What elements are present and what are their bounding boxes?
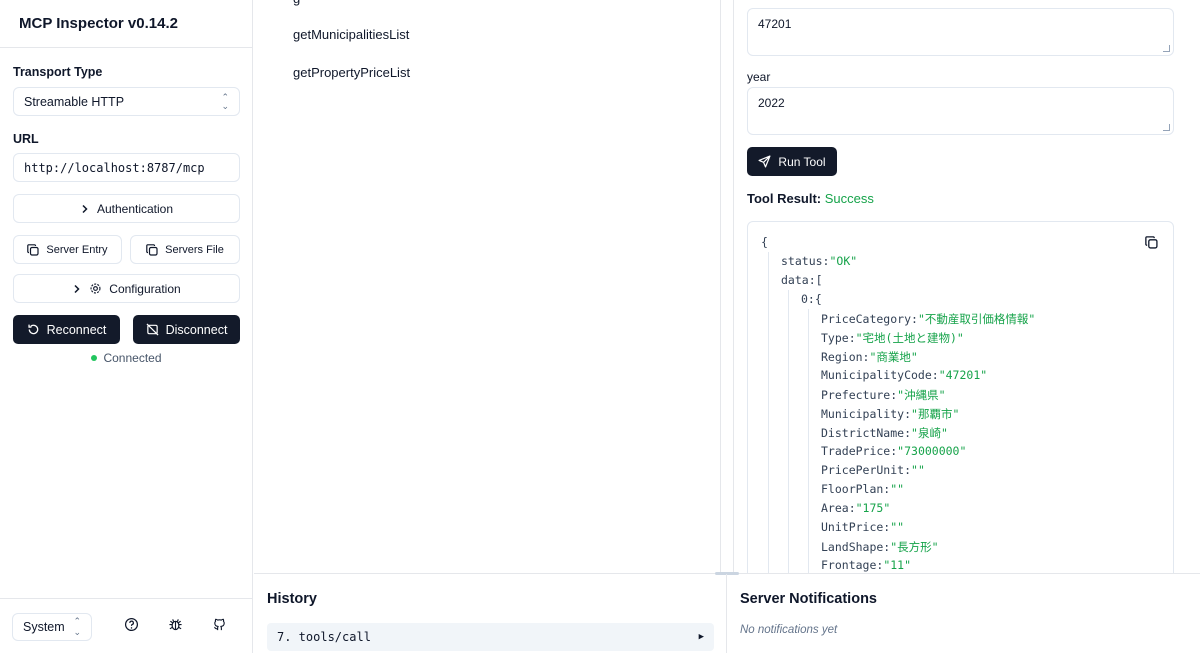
json-line-status: status:"OK" xyxy=(781,254,858,268)
json-field: Area:"175" xyxy=(821,501,891,515)
unplug-icon xyxy=(146,323,159,336)
url-value: http://localhost:8787/mcp xyxy=(24,160,205,175)
json-field: DistrictName:"泉崎" xyxy=(821,426,948,440)
connection-status: Connected xyxy=(0,351,253,365)
url-input[interactable]: http://localhost:8787/mcp xyxy=(13,153,240,182)
json-indent-guide xyxy=(808,309,809,573)
send-icon xyxy=(758,155,771,168)
year-input[interactable]: 2022 xyxy=(747,87,1174,135)
tool-result-json: { status:"OK" data:[ 0:{ PriceCategory:"… xyxy=(747,221,1174,573)
github-icon[interactable] xyxy=(212,617,228,633)
reconnect-button[interactable]: Reconnect xyxy=(13,315,120,344)
resize-handle[interactable] xyxy=(715,572,739,575)
tool-result-status: Success xyxy=(824,191,874,206)
json-field: UnitPrice:"" xyxy=(821,520,905,534)
year-value: 2022 xyxy=(758,96,785,110)
sidebar: MCP Inspector v0.14.2 Transport Type Str… xyxy=(0,0,253,653)
help-circle-icon[interactable] xyxy=(124,617,140,633)
json-field: Region:"商業地" xyxy=(821,350,918,364)
play-icon[interactable]: ▶ xyxy=(699,632,704,642)
chevron-right-icon xyxy=(72,284,82,294)
json-field: Frontage:"11" xyxy=(821,558,912,572)
sidebar-header: MCP Inspector v0.14.2 xyxy=(0,0,252,48)
json-field: LandShape:"長方形" xyxy=(821,540,939,554)
theme-value: System xyxy=(23,620,65,634)
sidebar-footer: System ⌃ ⌄ xyxy=(0,598,253,653)
json-field: Prefecture:"沖縄県" xyxy=(821,388,946,402)
tool-result-heading: Tool Result: Success xyxy=(747,191,874,206)
bottom-panel: History 7. tools/call ▶ Server Notificat… xyxy=(254,572,1200,653)
history-title: History xyxy=(267,591,317,607)
app-title: MCP Inspector v0.14.2 xyxy=(19,15,178,32)
year-label: year xyxy=(747,70,771,84)
json-field: MunicipalityCode:"47201" xyxy=(821,368,988,382)
tool-detail-panel: 47201 year 2022 Run Tool Tool Result: Su… xyxy=(733,0,1200,573)
json-field: PriceCategory:"不動産取引価格情報" xyxy=(821,312,1036,326)
transport-type-value: Streamable HTTP xyxy=(24,94,125,109)
json-field: TradePrice:"73000000" xyxy=(821,444,967,458)
status-text: Connected xyxy=(103,351,162,365)
no-notifications-text: No notifications yet xyxy=(740,624,838,636)
servers-file-button[interactable]: Servers File xyxy=(130,235,240,264)
tool-item-get-property-price-list[interactable]: getPropertyPriceList xyxy=(293,65,410,80)
configuration-label: Configuration xyxy=(109,281,181,296)
json-field: Type:"宅地(土地と建物)" xyxy=(821,331,964,345)
json-line-item-0: 0:{ xyxy=(801,292,822,306)
json-indent-guide xyxy=(788,290,789,573)
municipality-code-value: 47201 xyxy=(758,17,792,31)
resize-handle-icon[interactable] xyxy=(1163,124,1170,131)
status-dot-icon xyxy=(91,355,98,361)
theme-select[interactable]: System ⌃ ⌄ xyxy=(12,613,92,641)
server-entry-button[interactable]: Server Entry xyxy=(13,235,122,264)
chevron-up-down-icon: ⌃ ⌄ xyxy=(73,616,81,637)
reconnect-label: Reconnect xyxy=(46,322,107,337)
transport-type-label: Transport Type xyxy=(13,65,103,79)
run-tool-label: Run Tool xyxy=(778,154,826,169)
configuration-button[interactable]: Configuration xyxy=(13,274,240,303)
history-item-label: 7. tools/call xyxy=(277,630,371,644)
rotate-ccw-icon xyxy=(27,323,40,336)
bug-icon[interactable] xyxy=(168,617,184,633)
json-field: Municipality:"那覇市" xyxy=(821,407,960,421)
chevron-right-icon xyxy=(80,204,90,214)
json-indent-guide xyxy=(768,252,769,573)
copy-icon[interactable] xyxy=(1145,236,1159,250)
gear-icon xyxy=(89,282,102,295)
authentication-label: Authentication xyxy=(96,201,174,216)
tools-list-panel: g getMunicipalitiesList getPropertyPrice… xyxy=(254,0,721,573)
resize-handle-icon[interactable] xyxy=(1163,45,1170,52)
chevron-up-down-icon: ⌃ ⌄ xyxy=(221,91,229,111)
run-tool-button[interactable]: Run Tool xyxy=(747,147,837,176)
json-field: PricePerUnit:"" xyxy=(821,463,925,477)
json-open-brace: { xyxy=(761,235,768,249)
tool-item-get-municipalities-list[interactable]: getMunicipalitiesList xyxy=(293,27,409,42)
transport-type-select[interactable]: Streamable HTTP ⌃ ⌄ xyxy=(13,87,240,116)
authentication-button[interactable]: Authentication xyxy=(13,194,240,223)
disconnect-label: Disconnect xyxy=(165,322,228,337)
url-label: URL xyxy=(13,132,39,146)
server-notifications-title: Server Notifications xyxy=(740,591,877,607)
tool-item-partial[interactable]: g xyxy=(293,0,300,6)
tool-result-label: Tool Result: xyxy=(747,191,822,206)
json-field: FloorPlan:"" xyxy=(821,482,905,496)
copy-icon xyxy=(27,243,40,256)
panel-divider xyxy=(726,574,727,653)
history-item[interactable]: 7. tools/call ▶ xyxy=(267,623,714,651)
json-line-data: data:[ xyxy=(781,273,823,287)
municipality-code-input[interactable]: 47201 xyxy=(747,8,1174,56)
disconnect-button[interactable]: Disconnect xyxy=(133,315,240,344)
copy-icon xyxy=(146,243,158,256)
servers-file-label: Servers File xyxy=(165,243,224,256)
server-entry-label: Server Entry xyxy=(46,243,108,256)
